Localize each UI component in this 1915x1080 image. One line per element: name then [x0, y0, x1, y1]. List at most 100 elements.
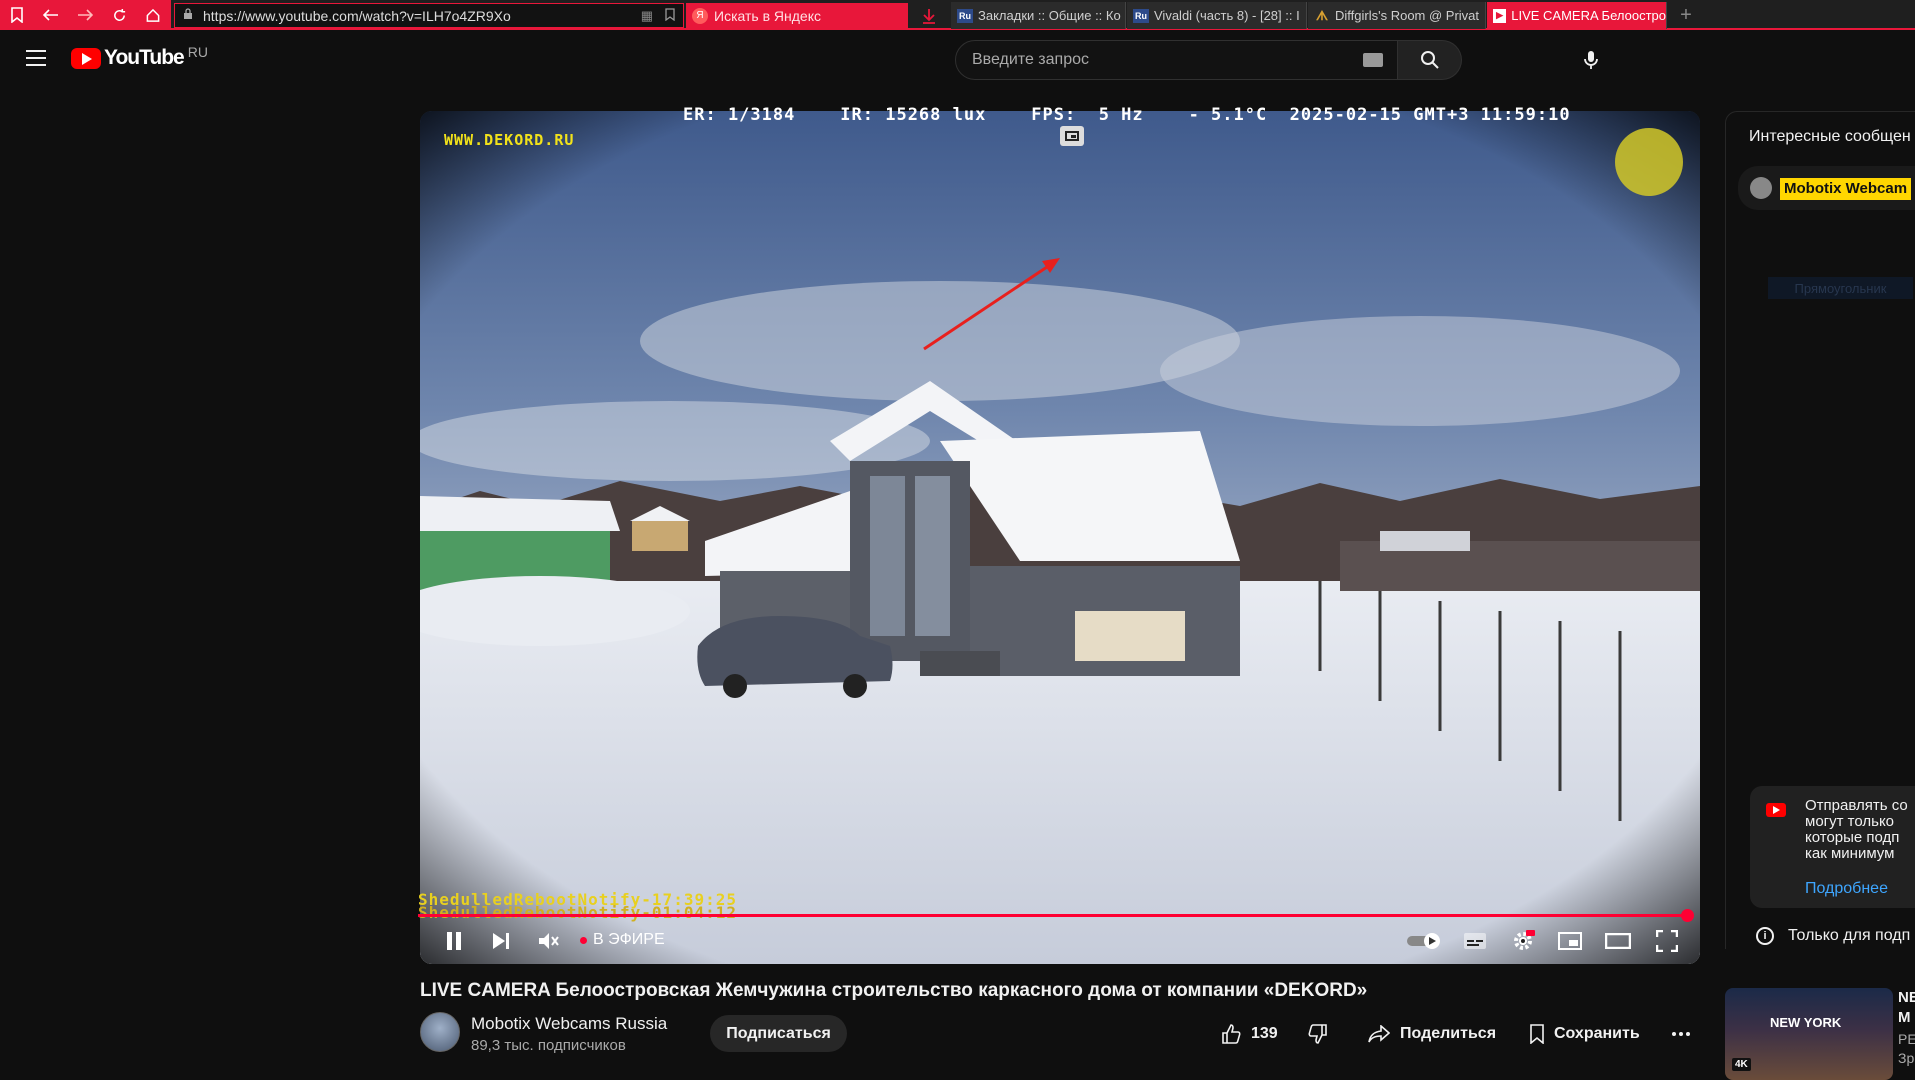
miniplayer-icon[interactable]: [1555, 925, 1585, 957]
notice-text: Отправлять со могут только которые подп …: [1805, 798, 1915, 862]
youtube-header: YouTube RU Введите запрос: [0, 32, 1915, 88]
reboot-notify-line-2: ShedulledRebootNotify-01:04:12: [418, 903, 737, 922]
tab-vivaldi[interactable]: Ru Vivaldi (часть 8) - [28] :: I: [1127, 2, 1307, 29]
more-actions-icon[interactable]: [1672, 1021, 1700, 1047]
thumbs-up-icon: [1222, 1024, 1241, 1044]
youtube-icon: [1766, 803, 1786, 817]
youtube-logo[interactable]: YouTube RU: [71, 44, 208, 70]
camera-osd-site: WWW.DEKORD.RU: [444, 131, 575, 149]
quality-badge: 4K: [1732, 1058, 1751, 1071]
theater-mode-icon[interactable]: [1603, 925, 1633, 957]
recommended-video-thumbnail[interactable]: NEW YORK 4K: [1725, 988, 1893, 1080]
share-button[interactable]: Поделиться: [1368, 1021, 1496, 1047]
info-icon[interactable]: i: [1756, 927, 1774, 945]
autoplay-toggle-icon[interactable]: [1405, 925, 1443, 957]
chat-pinned-message[interactable]: Mobotix Webcam: [1738, 166, 1915, 210]
search-icon: [1420, 51, 1439, 69]
dislike-button[interactable]: [1308, 1021, 1338, 1047]
yandex-icon: Я: [692, 7, 708, 24]
bookmark-save-icon: [1530, 1024, 1544, 1044]
like-button[interactable]: 139: [1221, 1021, 1278, 1047]
save-label: Сохранить: [1554, 1025, 1640, 1042]
progress-bar[interactable]: [418, 909, 1694, 922]
live-dot-icon: [580, 936, 587, 944]
tab-label: Закладки :: Общие :: Ко: [978, 8, 1121, 23]
new-tab-button[interactable]: +: [1672, 2, 1700, 29]
notice-line: Отправлять со: [1805, 798, 1908, 814]
lock-icon: [183, 8, 197, 23]
reload-icon[interactable]: [102, 0, 136, 30]
mute-icon[interactable]: [535, 925, 563, 957]
subscriber-count: 89,3 тыс. подписчиков: [471, 1037, 626, 1054]
yandex-search-placeholder: Искать в Яндекс: [714, 7, 821, 24]
qr-code-icon[interactable]: ▦: [641, 8, 653, 24]
home-icon[interactable]: [136, 0, 170, 30]
search-button[interactable]: [1398, 40, 1462, 80]
share-label: Поделиться: [1400, 1025, 1497, 1042]
bookmark-panel-icon[interactable]: [0, 0, 34, 30]
faded-placeholder: Прямоугольник: [1768, 277, 1913, 299]
bird-icon: ᗑ: [1315, 7, 1329, 23]
notice-line: как минимум: [1805, 845, 1895, 862]
chat-mode-selector[interactable]: Интересные сообщен: [1749, 128, 1911, 146]
address-bar[interactable]: https://www.youtube.com/watch?v=ILH7o4ZR…: [174, 3, 684, 28]
tab-label: Vivaldi (часть 8) - [28] :: I: [1154, 8, 1300, 23]
region-code: RU: [187, 44, 208, 60]
tab-live-camera[interactable]: ▶ LIVE CAMERA Белоостро: [1487, 2, 1667, 29]
youtube-icon: ▶: [1493, 8, 1507, 23]
keyboard-icon[interactable]: [1363, 53, 1383, 67]
yandex-search-field[interactable]: Я Искать в Яндекс: [686, 3, 908, 28]
menu-icon[interactable]: [26, 50, 46, 66]
recommended-video-meta: PE Зр: [1898, 1031, 1915, 1066]
youtube-play-icon: [71, 48, 101, 69]
like-count: 139: [1251, 1025, 1278, 1042]
pause-icon[interactable]: [440, 925, 468, 957]
tab-diffgirls[interactable]: ᗑ Diffgirls's Room @ Privat: [1308, 2, 1486, 29]
save-button[interactable]: Сохранить: [1530, 1021, 1640, 1047]
fullscreen-icon[interactable]: [1652, 925, 1682, 957]
chat-restriction-notice: Отправлять со могут только которые подп …: [1750, 786, 1915, 908]
downloads-icon[interactable]: [912, 3, 946, 28]
bookmark-icon[interactable]: [665, 8, 675, 24]
cursor-highlight: [1615, 128, 1683, 196]
learn-more-link[interactable]: Подробнее: [1805, 880, 1888, 898]
live-chat-panel: Интересные сообщен Mobotix Webcam Прямоу…: [1725, 111, 1915, 949]
ru-site-icon: Ru: [957, 8, 973, 23]
video-player[interactable]: [420, 111, 1700, 964]
microphone-icon[interactable]: [1575, 44, 1607, 76]
channel-avatar[interactable]: [420, 1012, 460, 1052]
url-text: https://www.youtube.com/watch?v=ILH7o4ZR…: [203, 7, 511, 24]
settings-gear-icon[interactable]: [1508, 925, 1538, 957]
logo-text: YouTube: [104, 46, 185, 69]
subtitles-icon[interactable]: [1460, 925, 1490, 957]
browser-toolbar: https://www.youtube.com/watch?v=ILH7o4ZR…: [0, 0, 1915, 30]
tab-label: Diffgirls's Room @ Privat: [1335, 8, 1480, 23]
live-label: В ЭФИРЕ: [593, 931, 665, 948]
video-title: LIVE CAMERA Белоостровская Жемчужина стр…: [420, 980, 1368, 1001]
forward-arrow-icon[interactable]: [68, 0, 102, 30]
pinned-author-name: Mobotix Webcam: [1780, 178, 1912, 200]
camera-osd-stats: ER: 1/3184 IR: 15268 lux FPS: 5 Hz - 5.1…: [683, 105, 1571, 125]
tab-bookmarks[interactable]: Ru Закладки :: Общие :: Ко: [951, 2, 1126, 29]
channel-name[interactable]: Mobotix Webcams Russia: [471, 1014, 667, 1034]
tab-label: LIVE CAMERA Белоостро: [1511, 8, 1666, 23]
share-icon: [1368, 1025, 1390, 1043]
recommended-video-title[interactable]: NE M: [1898, 988, 1915, 1028]
thumbs-down-icon: [1308, 1024, 1327, 1044]
subscribe-button[interactable]: Подписаться: [710, 1015, 847, 1052]
notice-line: которые подп: [1805, 829, 1900, 846]
back-arrow-icon[interactable]: [34, 0, 68, 30]
browser-nav-buttons: [0, 0, 171, 30]
chat-footer: i Только для подп: [1756, 927, 1910, 945]
notice-line: могут только: [1805, 813, 1895, 830]
search-input[interactable]: Введите запрос: [955, 40, 1398, 80]
video-frame: [420, 111, 1700, 964]
thumbnail-text: NEW YORK: [1770, 1015, 1842, 1030]
live-indicator[interactable]: В ЭФИРЕ: [580, 931, 665, 949]
progress-handle[interactable]: [1681, 909, 1694, 922]
ru-site-icon: Ru: [1133, 8, 1149, 23]
author-avatar: [1750, 177, 1772, 199]
picture-in-picture-icon[interactable]: [1060, 126, 1084, 146]
next-icon[interactable]: [488, 925, 514, 957]
progress-fill: [418, 914, 1688, 917]
